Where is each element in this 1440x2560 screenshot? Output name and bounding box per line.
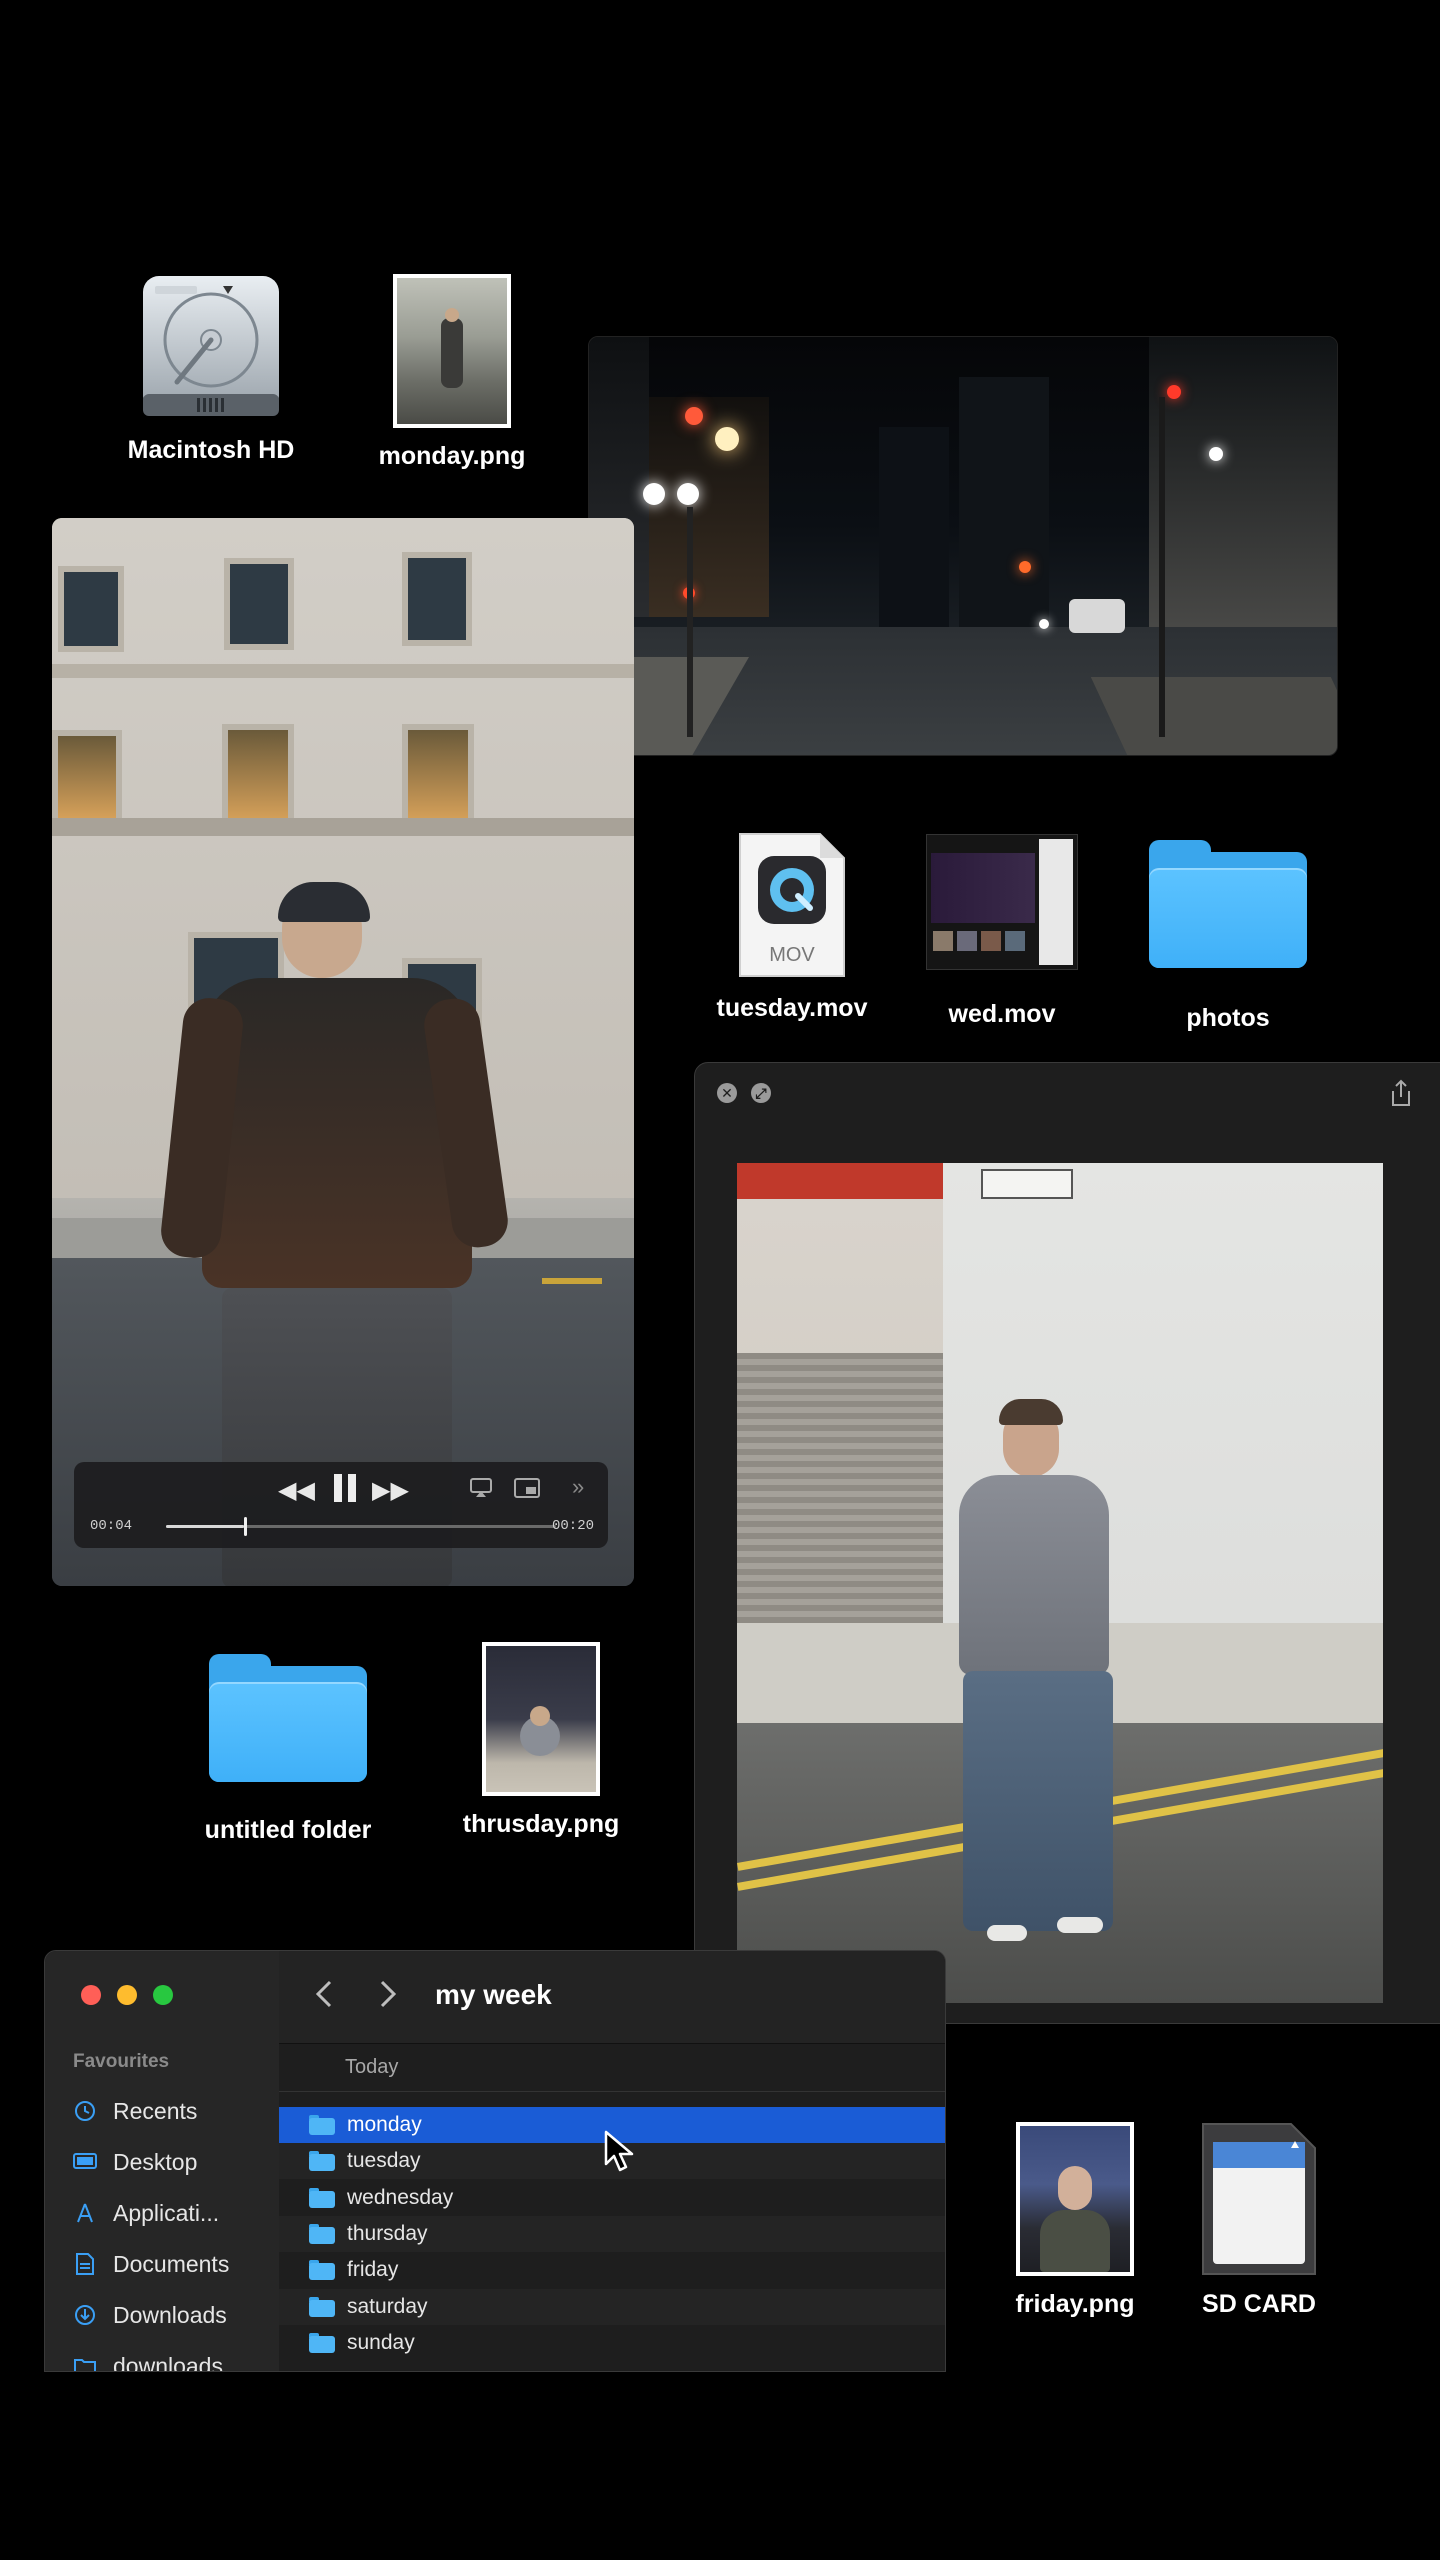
- close-icon[interactable]: ✕: [717, 1083, 737, 1103]
- mov-badge: MOV: [769, 944, 815, 966]
- tuesday-mov-label: tuesday.mov: [716, 994, 868, 1022]
- folder-icon: [209, 1654, 367, 1782]
- favourites-heading: Favourites: [73, 2051, 170, 2072]
- monday-png-label: monday.png: [378, 442, 526, 470]
- thrusday-png-label: thrusday.png: [462, 1810, 620, 1838]
- pause-icon[interactable]: [332, 1472, 358, 1509]
- sidebar-item-label: Recents: [113, 2097, 198, 2124]
- document-icon: [73, 2252, 97, 2276]
- download-icon: [73, 2303, 97, 2327]
- hard-drive-icon: [143, 276, 279, 416]
- file-name: saturday: [347, 2294, 428, 2318]
- applications-icon: [73, 2201, 97, 2225]
- file-name: sunday: [347, 2330, 415, 2354]
- sidebar-item-downloads[interactable]: Downloads: [73, 2295, 227, 2335]
- quicklook-window[interactable]: ✕ ⤢: [694, 1062, 1440, 2024]
- sidebar-item-label: Documents: [113, 2250, 230, 2277]
- file-row-wednesday[interactable]: wednesday: [279, 2180, 945, 2216]
- untitled-folder-icon[interactable]: untitled folder: [198, 1654, 378, 1845]
- finder-toolbar: my week: [279, 1951, 945, 2044]
- fullscreen-icon[interactable]: ⤢: [751, 1083, 771, 1103]
- macintosh-hd-label: Macintosh HD: [127, 436, 295, 464]
- monday-video-player[interactable]: ◀◀ ▶▶ » 00:04 00:20: [52, 518, 634, 1586]
- sidebar-item-desktop[interactable]: Desktop: [73, 2142, 197, 2182]
- sidebar-item-recents[interactable]: Recents: [73, 2091, 197, 2131]
- folder-icon: [309, 2115, 335, 2135]
- file-name: monday: [347, 2113, 422, 2136]
- wed-mov-icon[interactable]: wed.mov: [912, 834, 1092, 1029]
- folder-icon: [309, 2187, 335, 2208]
- file-row-sunday[interactable]: sunday: [279, 2325, 945, 2361]
- sidebar-item-downloads[interactable]: downloads: [73, 2346, 223, 2372]
- sidebar-item-label: Applicati...: [113, 2199, 220, 2226]
- rewind-icon[interactable]: ◀◀: [278, 1476, 315, 1505]
- monday-png-icon[interactable]: monday.png: [362, 274, 542, 471]
- thrusday-png-icon[interactable]: thrusday.png: [448, 1642, 634, 1839]
- file-row-friday[interactable]: friday: [279, 2252, 945, 2288]
- sd-card-label: SD CARD: [1202, 2290, 1316, 2318]
- current-time: 00:04: [90, 1518, 133, 1534]
- duration: 00:20: [552, 1518, 595, 1534]
- folder-icon: [309, 2296, 335, 2317]
- quicktime-movie-icon: MOV: [736, 830, 848, 980]
- file-row-saturday[interactable]: saturday: [279, 2288, 945, 2325]
- sidebar-item-label: Downloads: [113, 2301, 227, 2328]
- group-header-label: Today: [345, 2056, 399, 2078]
- file-name: wednesday: [347, 2185, 454, 2209]
- share-icon[interactable]: [1389, 1079, 1413, 1112]
- window-title: my week: [435, 1979, 552, 2010]
- folder-icon: [309, 2332, 335, 2353]
- sidebar-item-applicati[interactable]: Applicati...: [73, 2193, 219, 2233]
- photos-label: photos: [1186, 1004, 1270, 1032]
- folder-icon: [309, 2151, 335, 2172]
- picture-in-picture-icon[interactable]: [514, 1478, 540, 1503]
- desktop-icon: [73, 2150, 97, 2174]
- macintosh-hd-icon[interactable]: Macintosh HD: [118, 274, 304, 465]
- clock-icon: [73, 2099, 97, 2123]
- folder-icon: [309, 2223, 335, 2244]
- file-name: thursday: [347, 2221, 428, 2245]
- more-icon[interactable]: »: [572, 1474, 584, 1500]
- finder-window[interactable]: Favourites Recents Desktop Applicati... Doc…: [44, 1950, 946, 2372]
- monday-png-thumbnail: [393, 274, 511, 428]
- folder-icon: [309, 2260, 335, 2281]
- video-controls: ◀◀ ▶▶ » 00:04 00:20: [74, 1462, 608, 1548]
- zoom-button[interactable]: [153, 1985, 173, 2005]
- minimize-button[interactable]: [117, 1985, 137, 2005]
- scrubber-knob[interactable]: [244, 1517, 247, 1536]
- file-name: tuesday: [347, 2149, 421, 2173]
- wed-mov-label: wed.mov: [948, 1000, 1056, 1028]
- thrusday-png-thumbnail: [482, 1642, 600, 1796]
- group-header: Today: [279, 2043, 945, 2092]
- friday-photo-preview: [737, 1163, 1383, 2003]
- folder-icon: [73, 2354, 97, 2371]
- wed-mov-thumbnail: [926, 834, 1078, 970]
- sd-card-graphic: [1202, 2123, 1316, 2275]
- file-row-thursday[interactable]: thursday: [279, 2215, 945, 2252]
- file-name: friday: [347, 2258, 399, 2282]
- tuesday-mov-icon[interactable]: MOV tuesday.mov: [700, 830, 884, 1023]
- untitled-folder-label: untitled folder: [204, 1816, 372, 1844]
- back-icon[interactable]: [315, 1979, 333, 2017]
- photos-folder-icon[interactable]: photos: [1148, 840, 1308, 1033]
- friday-png-label: friday.png: [1015, 2290, 1135, 2318]
- sidebar-item-documents[interactable]: Documents: [73, 2244, 229, 2284]
- friday-png-icon[interactable]: friday.png: [1000, 2122, 1150, 2319]
- street-video-window[interactable]: [588, 336, 1338, 756]
- mouse-cursor-icon: [604, 2130, 634, 2177]
- forward-icon[interactable]: [379, 1979, 397, 2017]
- sd-card-icon[interactable]: SD CARD: [1184, 2120, 1334, 2319]
- friday-png-thumbnail: [1016, 2122, 1134, 2276]
- airplay-icon[interactable]: [470, 1478, 492, 1503]
- sidebar-item-label: downloads: [113, 2352, 223, 2372]
- fast-forward-icon[interactable]: ▶▶: [372, 1476, 409, 1505]
- close-button[interactable]: [81, 1985, 101, 2005]
- scrubber-fill: [166, 1525, 244, 1528]
- finder-sidebar: Favourites Recents Desktop Applicati... Doc…: [45, 1951, 280, 2371]
- folder-icon: [1149, 840, 1307, 968]
- scrubber[interactable]: [166, 1517, 556, 1536]
- sidebar-item-label: Desktop: [113, 2148, 198, 2175]
